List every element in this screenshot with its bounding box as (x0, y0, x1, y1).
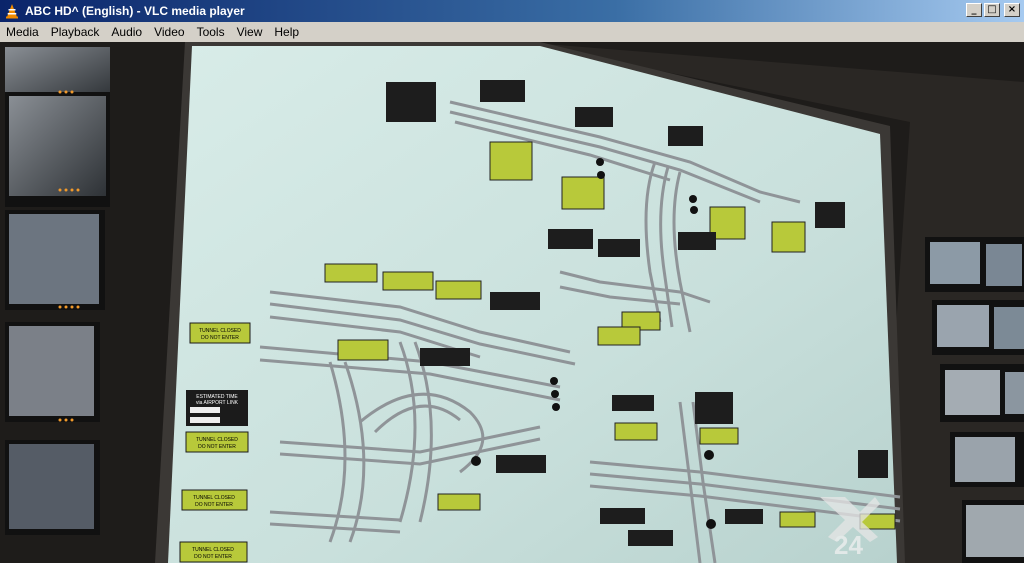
watermark-number: 24 (834, 530, 863, 560)
tunnel-sign-3-line1: TUNNEL CLOSED (193, 495, 235, 501)
title-bar: ABC HD^ (English) - VLC media player _ □… (0, 0, 1024, 22)
tunnel-sign-1-line2: DO NOT ENTER (201, 335, 239, 341)
window-title: ABC HD^ (English) - VLC media player (25, 4, 245, 18)
menu-bar: Media Playback Audio Video Tools View He… (0, 22, 1024, 42)
menu-media[interactable]: Media (0, 25, 45, 39)
menu-tools[interactable]: Tools (191, 25, 231, 39)
tunnel-sign-2-line1: TUNNEL CLOSED (196, 437, 238, 443)
maximize-button[interactable]: □ (984, 3, 1000, 17)
tunnel-sign-4-line1: TUNNEL CLOSED (192, 547, 234, 553)
video-frame: TUNNEL CLOSED DO NOT ENTER TUNNEL CLOSED… (0, 42, 1024, 563)
tunnel-sign-3-line2: DO NOT ENTER (195, 502, 233, 508)
left-monitor-bank (5, 47, 110, 535)
tunnel-sign-4-line2: DO NOT ENTER (194, 554, 232, 560)
menu-help[interactable]: Help (268, 25, 305, 39)
menu-audio[interactable]: Audio (105, 25, 148, 39)
close-button[interactable]: × (1004, 3, 1020, 17)
menu-video[interactable]: Video (148, 25, 190, 39)
video-area[interactable]: TUNNEL CLOSED DO NOT ENTER TUNNEL CLOSED… (0, 42, 1024, 563)
est-time-sign-line2: via AIRPORT LINK (196, 400, 239, 406)
tunnel-sign-2-line2: DO NOT ENTER (198, 444, 236, 450)
tunnel-sign-1-line1: TUNNEL CLOSED (199, 328, 241, 334)
vlc-cone-icon (6, 4, 18, 19)
menu-playback[interactable]: Playback (45, 25, 106, 39)
menu-view[interactable]: View (231, 25, 269, 39)
minimize-button[interactable]: _ (966, 3, 982, 17)
